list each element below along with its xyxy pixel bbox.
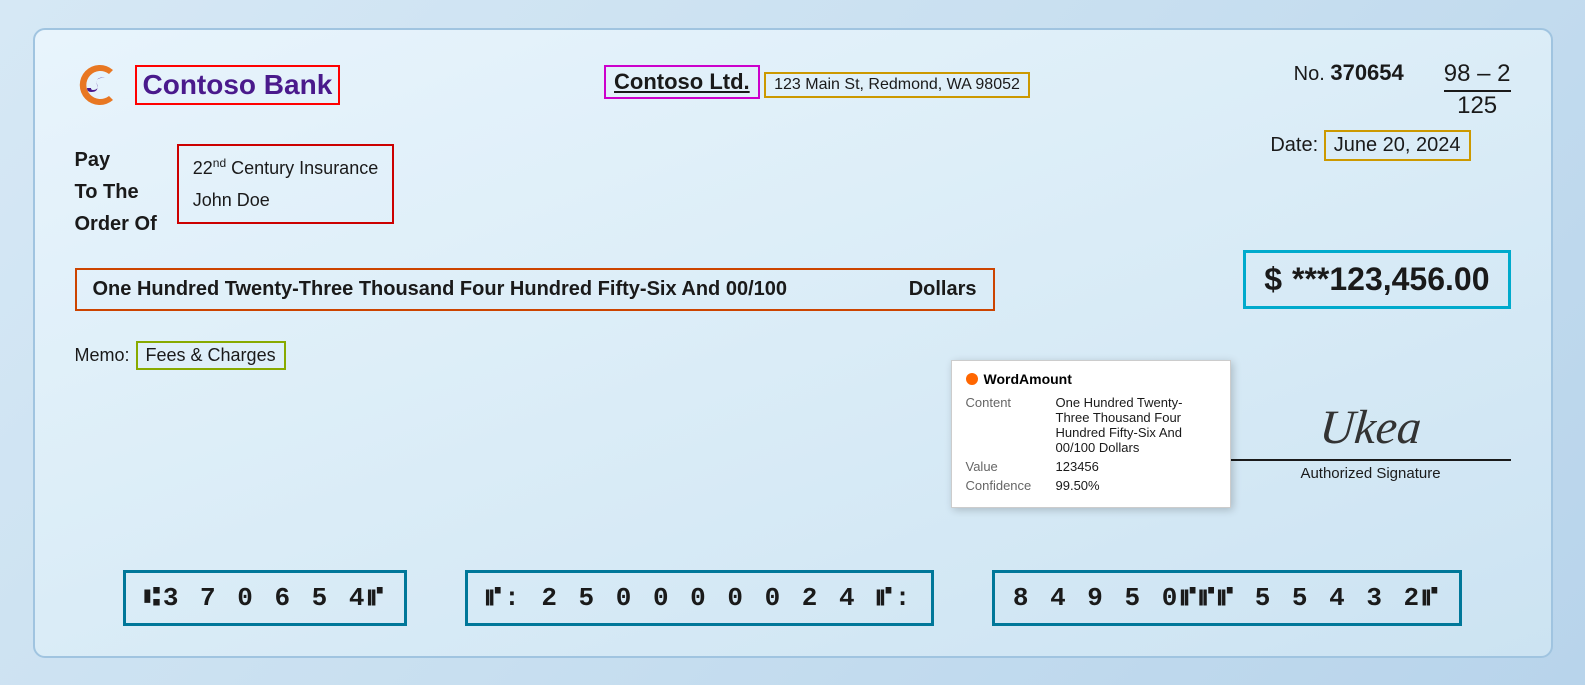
- micr-check-number: ⑆3 7 0 6 5 4⑈: [123, 570, 407, 626]
- bank-logo-icon: [75, 60, 125, 110]
- micr-line: ⑆3 7 0 6 5 4⑈ ⑈: 2 5 0 0 0 0 0 2 4 ⑈: 8 …: [35, 570, 1551, 626]
- logo-area: Contoso Bank: [75, 60, 341, 110]
- pay-label: Pay To The Order Of: [75, 144, 157, 240]
- bank-name: Contoso Bank: [135, 65, 341, 105]
- amount-box: $ ***123,456.00: [1243, 250, 1510, 309]
- tooltip-value-row: Value 123456: [966, 459, 1216, 474]
- word-amount-tooltip: WordAmount Content One Hundred Twenty-Th…: [951, 360, 1231, 508]
- tooltip-value-label: Value: [966, 459, 1046, 474]
- date-value: June 20, 2024: [1324, 130, 1471, 161]
- check-number-area: No. 370654 98 – 2 125: [1294, 60, 1511, 120]
- payee-line2: John Doe: [193, 184, 378, 216]
- company-address: 123 Main St, Redmond, WA 98052: [764, 72, 1030, 98]
- check-number-value: 370654: [1330, 60, 1403, 85]
- tooltip-confidence-value: 99.50%: [1056, 478, 1100, 493]
- memo-label: Memo:: [75, 345, 130, 366]
- check-number: No. 370654: [1294, 60, 1404, 86]
- tooltip-dot-icon: [966, 373, 978, 385]
- tooltip-content-row: Content One Hundred Twenty-Three Thousan…: [966, 395, 1216, 455]
- payee-box: 22nd Century Insurance John Doe: [177, 144, 394, 225]
- header-row: Contoso Bank Contoso Ltd. 123 Main St, R…: [75, 60, 1511, 120]
- memo-value: Fees & Charges: [136, 341, 286, 370]
- tooltip-content-label: Content: [966, 395, 1046, 455]
- tooltip-content-value: One Hundred Twenty-Three Thousand Four H…: [1056, 395, 1216, 455]
- micr-routing-number: ⑈: 2 5 0 0 0 0 0 2 4 ⑈:: [465, 570, 935, 626]
- tooltip-title: WordAmount: [966, 371, 1216, 387]
- check-document: Contoso Bank Contoso Ltd. 123 Main St, R…: [33, 28, 1553, 658]
- date-row: Date: June 20, 2024: [1270, 130, 1470, 161]
- micr-account-number: 8 4 9 5 0⑈⑈⑈ 5 5 4 3 2⑈: [992, 570, 1462, 626]
- signature-image: Ukea: [1317, 400, 1423, 455]
- tooltip-confidence-row: Confidence 99.50%: [966, 478, 1216, 493]
- dollars-label: Dollars: [909, 278, 977, 301]
- tooltip-value: 123456: [1056, 459, 1099, 474]
- company-info: Contoso Ltd. 123 Main St, Redmond, WA 98…: [604, 65, 1030, 99]
- signature-area: Ukea Authorized Signature: [1231, 400, 1511, 482]
- company-name: Contoso Ltd.: [604, 65, 760, 99]
- tooltip-confidence-label: Confidence: [966, 478, 1046, 493]
- check-no-label: No. 370654: [1294, 63, 1404, 85]
- memo-row: Memo: Fees & Charges: [75, 341, 1511, 370]
- signature-label: Authorized Signature: [1231, 465, 1511, 482]
- signature-line: [1231, 459, 1511, 461]
- check-fraction: 98 – 2 125: [1444, 60, 1511, 120]
- payee-line1: 22nd Century Insurance: [193, 152, 378, 184]
- written-amount-text: One Hundred Twenty-Three Thousand Four H…: [93, 278, 788, 301]
- date-label: Date: June 20, 2024: [1270, 134, 1470, 156]
- amount-dollar-sign: $: [1264, 261, 1282, 298]
- amount-value: ***123,456.00: [1292, 261, 1490, 298]
- written-amount-box: One Hundred Twenty-Three Thousand Four H…: [75, 268, 995, 311]
